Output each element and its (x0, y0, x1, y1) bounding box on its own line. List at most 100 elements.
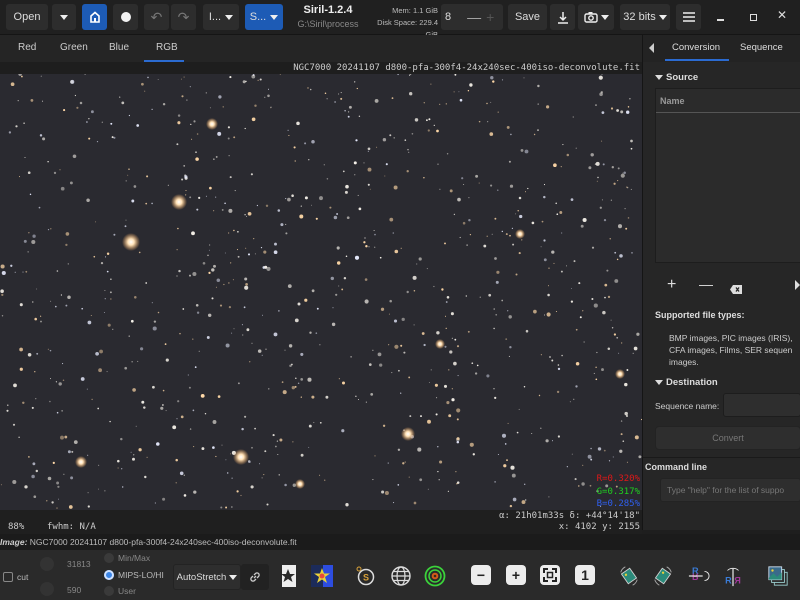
bit-depth-dropdown[interactable]: 32 bits (620, 4, 670, 30)
star (341, 429, 345, 433)
lo-slider-handle[interactable] (40, 582, 54, 596)
command-line-input[interactable]: Type "help" for the list of suppo (660, 478, 800, 502)
add-files-button[interactable]: + (667, 276, 676, 294)
star (475, 174, 479, 178)
star (91, 398, 93, 401)
destination-section-header[interactable]: Destination (655, 377, 718, 388)
star (454, 338, 457, 341)
zoom-one-button[interactable]: 1 (575, 565, 595, 585)
minus-icon[interactable]: — (467, 9, 481, 25)
zoom-fit-button[interactable] (540, 565, 560, 585)
open-button[interactable]: Open (6, 4, 48, 30)
star (245, 283, 248, 286)
star (141, 82, 144, 86)
star (476, 364, 479, 367)
plus-icon[interactable]: + (486, 9, 494, 25)
zoom-out-button[interactable]: − (471, 565, 491, 585)
name-column-header[interactable]: Name (660, 96, 685, 106)
remove-file-button[interactable]: — (699, 276, 713, 292)
source-section-header[interactable]: Source (655, 72, 698, 83)
photometry-button[interactable]: S (355, 565, 377, 587)
tab-green[interactable]: Green (60, 42, 88, 53)
star (213, 158, 215, 160)
mirror-y-button[interactable]: RЯ (722, 565, 744, 587)
annotate-button[interactable] (390, 565, 412, 587)
minimize-button[interactable] (712, 9, 728, 25)
star (98, 464, 100, 466)
star (506, 125, 510, 129)
main-menu-button[interactable] (676, 4, 701, 30)
image-processing-menu[interactable]: I... (203, 4, 239, 30)
star (24, 156, 26, 159)
star (56, 481, 60, 485)
star (219, 304, 223, 307)
tab-blue[interactable]: Blue (109, 42, 129, 53)
star (512, 243, 515, 246)
star (620, 173, 625, 178)
chevron-right-icon[interactable] (795, 280, 800, 290)
star (627, 217, 630, 219)
tab-sequence[interactable]: Sequence (740, 42, 783, 53)
stretch-mode-dropdown[interactable]: AutoStretch (173, 564, 241, 590)
star (221, 208, 224, 211)
image-stack-button[interactable] (767, 565, 789, 587)
star (367, 167, 372, 172)
radio-user[interactable] (104, 586, 114, 596)
star (490, 101, 492, 103)
star (553, 163, 557, 168)
tab-red[interactable]: Red (18, 42, 36, 53)
star (189, 274, 191, 277)
star (426, 119, 428, 122)
star (487, 121, 489, 123)
star (630, 139, 633, 143)
scripts-menu[interactable]: S... (245, 4, 283, 30)
false-color-button[interactable] (311, 565, 333, 587)
radio-minmax[interactable] (104, 553, 114, 563)
zoom-in-button[interactable]: + (506, 565, 526, 585)
open-recent-dropdown[interactable] (52, 4, 76, 30)
redo-button[interactable]: ↷ (171, 4, 196, 30)
close-button[interactable]: ✕ (774, 7, 790, 23)
chevron-left-icon[interactable] (649, 43, 654, 53)
star (13, 383, 17, 388)
image-canvas[interactable]: R=0.320% G=0.317% B=0.285% (0, 74, 642, 510)
clear-list-button[interactable] (730, 281, 742, 299)
star (600, 91, 603, 94)
snapshot-button[interactable] (578, 4, 614, 30)
star (601, 199, 603, 201)
hi-slider-handle[interactable] (40, 557, 54, 571)
star (56, 411, 59, 414)
maximize-button[interactable] (745, 9, 761, 25)
mirror-x-button[interactable]: RR (688, 565, 710, 587)
star (596, 351, 598, 354)
convert-button[interactable]: Convert (655, 426, 800, 450)
star (463, 183, 465, 186)
star-finder-button[interactable] (277, 565, 299, 587)
tab-conversion[interactable]: Conversion (672, 42, 720, 53)
thread-count-spinner[interactable]: 8 — + (441, 4, 503, 30)
cut-checkbox[interactable] (3, 572, 13, 582)
save-button[interactable]: Save (508, 4, 547, 30)
header-separator (656, 112, 800, 113)
star (180, 78, 182, 80)
live-stack-button[interactable] (113, 4, 138, 30)
sequence-name-input[interactable] (723, 393, 800, 417)
tab-rgb[interactable]: RGB (156, 42, 178, 53)
rotate-left-button[interactable] (618, 565, 640, 587)
rotate-right-button[interactable] (652, 565, 674, 587)
star (400, 344, 403, 347)
star (581, 482, 585, 486)
star (426, 268, 428, 270)
star (137, 360, 139, 362)
source-file-list[interactable]: Name (655, 88, 800, 263)
link-channels-button[interactable] (241, 564, 269, 590)
save-as-button[interactable] (550, 4, 575, 30)
star (630, 188, 632, 190)
home-button[interactable] (82, 4, 107, 30)
star (406, 170, 409, 173)
undo-button[interactable]: ↶ (144, 4, 169, 30)
star (345, 503, 349, 507)
radio-mips[interactable] (104, 570, 114, 580)
star (621, 342, 623, 344)
target-button[interactable] (424, 565, 446, 587)
